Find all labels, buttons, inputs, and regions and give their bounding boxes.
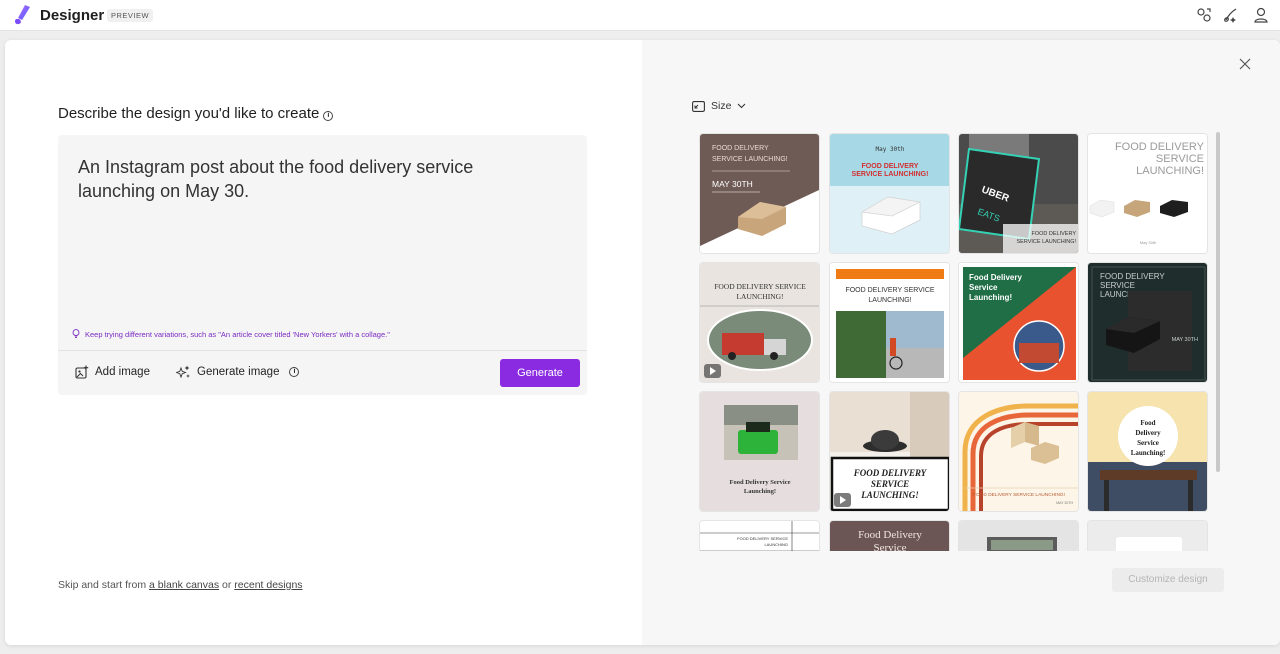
design-text: MAY 30TH bbox=[1172, 337, 1198, 343]
designer-logo-icon bbox=[15, 5, 30, 25]
design-text: LAUNCHING! bbox=[1136, 165, 1204, 177]
app-name: Designer bbox=[40, 7, 105, 24]
design-thumbnail[interactable]: May 30th FOOD DELIVERY SERVICE LAUNCHING… bbox=[829, 133, 950, 254]
design-text: Food bbox=[1140, 419, 1155, 427]
design-text: SERVICE LAUNCHING! bbox=[712, 156, 788, 163]
design-text: SERVICE bbox=[871, 479, 909, 489]
design-text: FOOD DELIVERY bbox=[1115, 141, 1205, 153]
design-thumbnail[interactable]: Food Delivery Service bbox=[829, 520, 950, 551]
design-text: Food Delivery Service bbox=[729, 479, 790, 486]
design-text: FOOD DELIVERY SERVICE bbox=[845, 287, 934, 294]
design-thumbnail[interactable] bbox=[958, 520, 1079, 551]
design-text: Service bbox=[874, 542, 907, 551]
prompt-box[interactable]: An Instagram post about the food deliver… bbox=[58, 135, 587, 395]
design-text: Service bbox=[1137, 439, 1159, 447]
generate-button[interactable]: Generate bbox=[500, 359, 580, 387]
design-text: Food Delivery bbox=[858, 529, 922, 541]
info-icon[interactable]: i bbox=[323, 111, 334, 121]
suggestion-hint: Keep trying different variations, such a… bbox=[72, 329, 390, 339]
design-text: SERVICE LAUNCHING! bbox=[1017, 239, 1077, 245]
design-thumbnail[interactable] bbox=[1087, 520, 1208, 551]
preview-badge: PREVIEW bbox=[107, 9, 154, 22]
design-text: LAUNCHING! bbox=[736, 292, 783, 301]
design-text: Food Delivery bbox=[969, 273, 1022, 282]
design-text: FOOD DELIVERY bbox=[1031, 231, 1076, 237]
design-text: LAUNCHING bbox=[764, 542, 788, 547]
design-text: FOOD DELIVERY bbox=[1100, 272, 1165, 281]
design-text: FOOD DELIVERY SERVICE bbox=[714, 282, 806, 291]
top-bar: Designer PREVIEW bbox=[0, 0, 1280, 31]
design-gallery: FOOD DELIVERY SERVICE LAUNCHING! MAY 30T… bbox=[698, 132, 1213, 551]
design-text: LAUNCHING! bbox=[860, 490, 919, 500]
design-thumbnail[interactable]: Food Delivery Service Launching! bbox=[958, 262, 1079, 383]
hint-text: Keep trying different variations, such a… bbox=[85, 329, 390, 339]
design-text: May 30th bbox=[1140, 240, 1156, 245]
size-label: Size bbox=[711, 100, 732, 112]
design-text: LAUNCHING! bbox=[868, 297, 911, 304]
gallery-scrollbar[interactable] bbox=[1216, 132, 1220, 472]
design-text: MAY 30TH bbox=[1056, 501, 1073, 505]
design-text: Launching! bbox=[969, 293, 1012, 302]
design-text: Delivery bbox=[1135, 429, 1161, 437]
design-thumbnail[interactable]: FOOD DELIVERY SERVICE LAUNCHING! MAY 30T… bbox=[699, 133, 820, 254]
account-icon[interactable] bbox=[1252, 6, 1270, 24]
video-badge-icon bbox=[834, 493, 851, 507]
design-text: FOOD DELIVERY SERVICE bbox=[737, 536, 788, 541]
design-text: SERVICE bbox=[1156, 153, 1204, 165]
design-thumbnail[interactable]: UBER EATS FOOD DELIVERY SERVICE LAUNCHIN… bbox=[958, 133, 1079, 254]
generate-image-button[interactable]: Generate image i bbox=[176, 360, 300, 384]
generate-image-label: Generate image bbox=[197, 366, 280, 378]
design-thumbnail[interactable]: FOOD DELIVERY SERVICE LAUNCHING! bbox=[829, 391, 950, 512]
sparkle-brush-icon[interactable] bbox=[1222, 6, 1240, 24]
prompt-textarea[interactable]: An Instagram post about the food deliver… bbox=[78, 155, 538, 203]
design-text: FOOD DELIVERY SERVICE LAUNCHING! bbox=[973, 492, 1065, 498]
design-thumbnail[interactable]: Food Delivery Service Launching! bbox=[1087, 391, 1208, 512]
share-icon[interactable] bbox=[1195, 6, 1213, 24]
design-text: MAY 30TH bbox=[712, 179, 753, 189]
design-thumbnail[interactable]: FOOD DELIVERY SERVICE LAUNCHING! May 30t… bbox=[1087, 133, 1208, 254]
design-thumbnail[interactable]: FOOD DELIVERY SERVICE LAUNCHING! bbox=[829, 262, 950, 383]
blank-canvas-link[interactable]: a blank canvas bbox=[149, 579, 219, 591]
design-text: May 30th bbox=[876, 146, 905, 153]
design-thumbnail[interactable]: Food Delivery Service Launching! bbox=[699, 391, 820, 512]
recent-designs-link[interactable]: recent designs bbox=[234, 579, 302, 591]
design-thumbnail[interactable]: FOOD DELIVERY SERVICE LAUNCHING! bbox=[699, 262, 820, 383]
chevron-down-icon bbox=[738, 103, 746, 109]
video-badge-icon bbox=[704, 364, 721, 378]
design-text: FOOD DELIVERY bbox=[862, 163, 919, 170]
customize-design-button[interactable]: Customize design bbox=[1112, 568, 1224, 592]
add-image-label: Add image bbox=[95, 366, 150, 378]
design-thumbnail[interactable]: FOOD DELIVERY SERVICE LAUNCHING! MAY 30T… bbox=[958, 391, 1079, 512]
size-dropdown[interactable]: Size bbox=[692, 100, 746, 112]
design-text: SERVICE LAUNCHING! bbox=[852, 171, 929, 178]
design-text: FOOD DELIVERY bbox=[712, 145, 769, 152]
design-thumbnail[interactable]: FOOD DELIVERY SERVICE LAUNCHING bbox=[699, 520, 820, 551]
sparkle-icon bbox=[176, 365, 190, 379]
generate-image-info-icon[interactable]: i bbox=[289, 367, 300, 377]
add-image-icon bbox=[75, 365, 89, 379]
prompt-heading: Describe the design you'd like to create… bbox=[58, 105, 334, 122]
skip-text: Skip and start from a blank canvas or re… bbox=[58, 579, 303, 591]
resize-icon bbox=[692, 100, 705, 112]
add-image-button[interactable]: Add image bbox=[75, 360, 150, 384]
design-text: SERVICE bbox=[1100, 281, 1135, 290]
design-thumbnail[interactable]: FOOD DELIVERY SERVICE LAUNCHING! MAY 30T… bbox=[1087, 262, 1208, 383]
design-text: Launching! bbox=[744, 488, 776, 495]
design-text: Service bbox=[969, 283, 998, 292]
design-text: Launching! bbox=[1131, 449, 1166, 457]
close-icon[interactable] bbox=[1239, 58, 1251, 70]
lightbulb-icon bbox=[72, 329, 80, 339]
design-text: FOOD DELIVERY bbox=[853, 468, 928, 478]
divider bbox=[58, 350, 587, 351]
